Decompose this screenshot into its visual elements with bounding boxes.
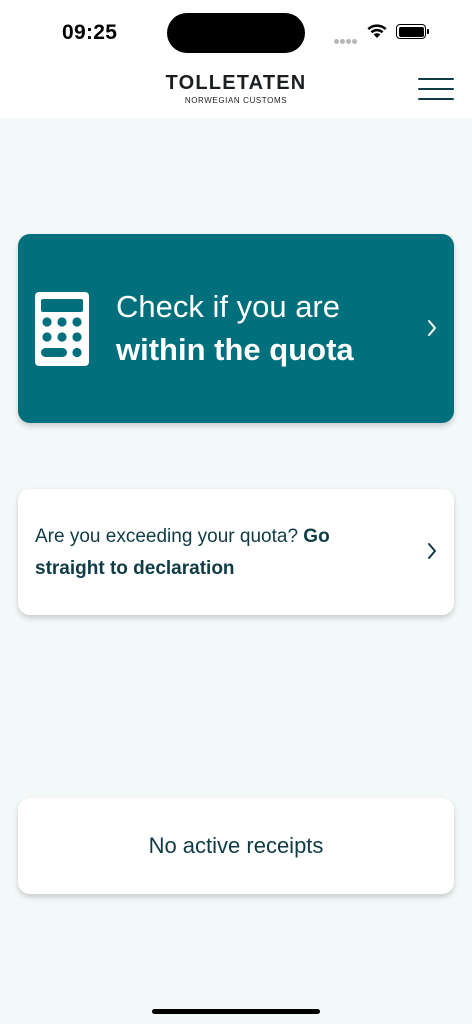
cellular-signal-icon	[334, 31, 358, 49]
no-receipts-label: No active receipts	[148, 833, 324, 858]
quota-line-1: Check if you are	[116, 289, 340, 324]
status-bar: 09:25	[0, 0, 472, 62]
quota-card-text: Check if you are within the quota	[116, 285, 354, 371]
chevron-right-icon	[428, 543, 436, 559]
declaration-card-text: Are you exceeding your quota? Go straigh…	[35, 521, 395, 585]
chevron-right-icon	[428, 320, 436, 336]
wifi-icon	[367, 24, 387, 38]
app-header: TOLLETATEN NORWEGIAN CUSTOMS	[0, 62, 472, 118]
receipts-card[interactable]: No active receipts	[18, 798, 454, 894]
check-quota-button[interactable]: Check if you are within the quota	[18, 234, 454, 423]
hamburger-menu-icon[interactable]	[418, 76, 454, 102]
brand-logo: TOLLETATEN NORWEGIAN CUSTOMS	[0, 72, 472, 106]
status-time: 09:25	[62, 21, 118, 44]
brand-subtitle: NORWEGIAN CUSTOMS	[184, 96, 288, 105]
go-to-declaration-button[interactable]: Are you exceeding your quota? Go straigh…	[18, 489, 454, 615]
battery-icon	[396, 24, 429, 39]
brand-name: TOLLETATEN	[165, 72, 307, 94]
quota-line-2: within the quota	[116, 332, 354, 367]
calculator-icon	[35, 292, 89, 366]
dynamic-island	[167, 13, 305, 53]
home-indicator[interactable]	[152, 1009, 320, 1014]
declaration-text-regular: Are you exceeding your quota?	[35, 526, 299, 547]
